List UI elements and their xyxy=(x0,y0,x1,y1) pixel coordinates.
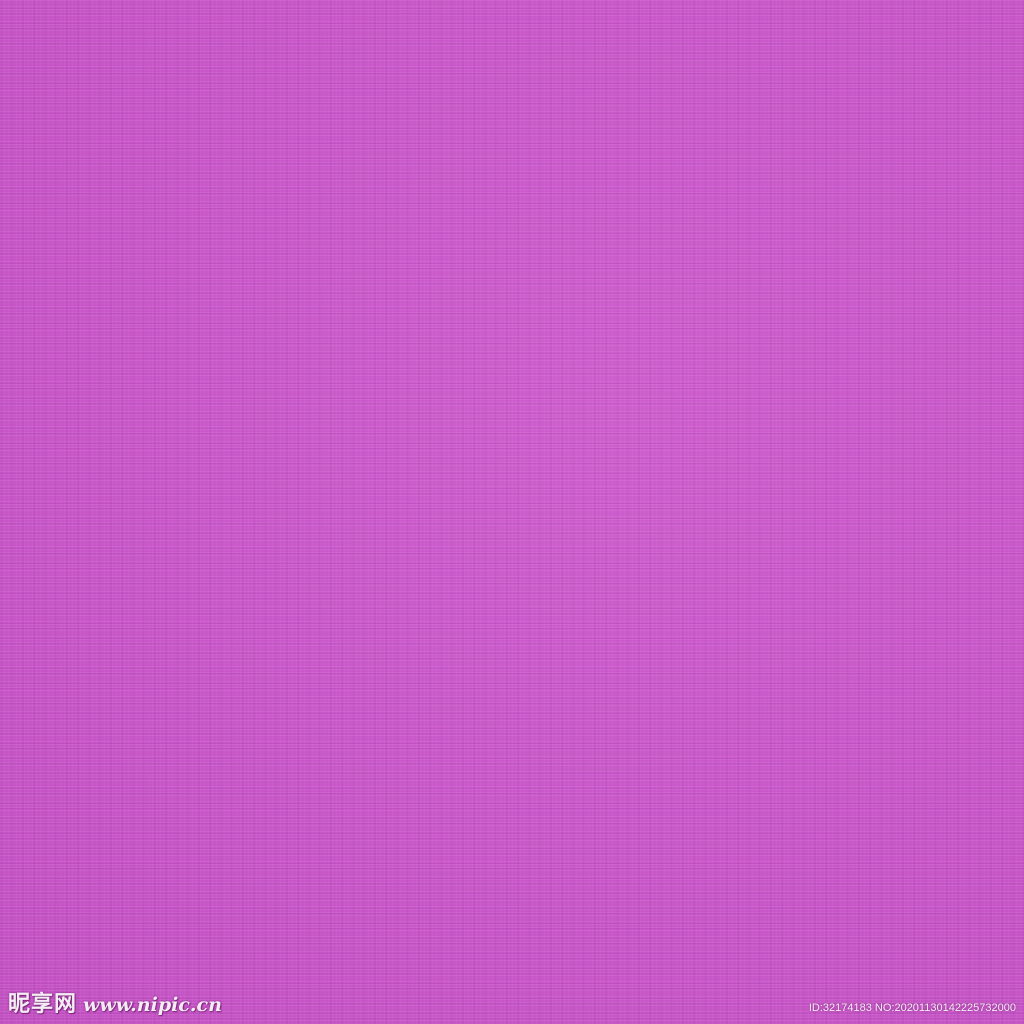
watermark-url: www.nipic.cn xyxy=(83,994,222,1016)
image-id-watermark: ID:32174183 NO:20201130142225732000 xyxy=(808,1002,1016,1014)
purple-fabric-texture xyxy=(0,0,1024,1024)
watermark-logo: 昵享网 xyxy=(8,992,78,1017)
site-watermark: 昵享网 www.nipic.cn xyxy=(8,986,222,1018)
